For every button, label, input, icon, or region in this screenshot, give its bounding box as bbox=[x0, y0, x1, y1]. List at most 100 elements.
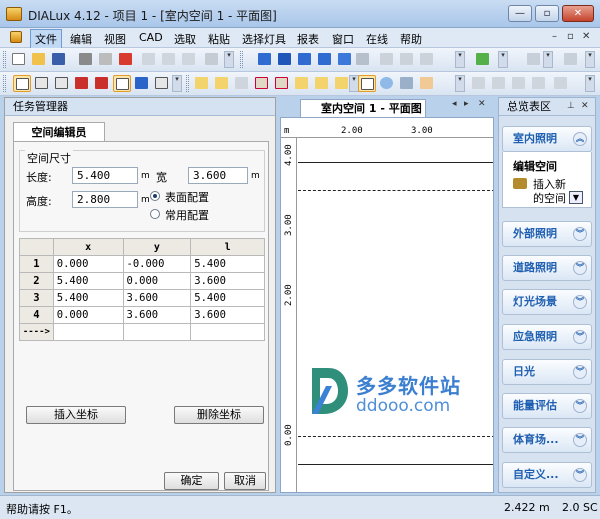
menu-report[interactable]: 报表 bbox=[297, 31, 319, 47]
menu-help[interactable]: 帮助 bbox=[400, 31, 422, 47]
cell-y[interactable]: 3.600 bbox=[122, 306, 192, 324]
cell-x[interactable]: 0.000 bbox=[52, 255, 124, 273]
chevron-down-icon[interactable]: ︾ bbox=[573, 365, 587, 379]
menu-select[interactable]: 选取 bbox=[174, 31, 196, 47]
category-light-scenes[interactable]: 灯光场景 ︾ bbox=[502, 289, 592, 315]
luminaire-field-icon[interactable] bbox=[510, 75, 528, 92]
insert-space-icon[interactable] bbox=[513, 178, 527, 189]
toolbar-overflow[interactable]: ▾ bbox=[224, 51, 234, 68]
doc-close-icon[interactable]: ✕ bbox=[478, 99, 486, 109]
toolbar-overflow[interactable]: ▾ bbox=[585, 75, 595, 92]
select-luminaire-icon[interactable] bbox=[73, 75, 91, 92]
chevron-down-icon[interactable]: ︾ bbox=[573, 399, 587, 413]
cell-l[interactable] bbox=[190, 323, 265, 341]
luminaire-line-icon[interactable] bbox=[490, 75, 508, 92]
table-row[interactable]: 4 0.000 3.600 3.600 bbox=[19, 306, 265, 324]
luminaire-array-icon[interactable] bbox=[398, 51, 416, 68]
measure-icon[interactable] bbox=[293, 75, 311, 92]
category-sports-field[interactable]: 体育场... ︾ bbox=[502, 427, 592, 453]
category-custom[interactable]: 自定义... ︾ bbox=[502, 462, 592, 488]
category-interior-lighting[interactable]: 室内照明 ︽ bbox=[502, 126, 592, 152]
pointer-icon[interactable] bbox=[358, 75, 376, 92]
minimize-button[interactable]: — bbox=[508, 5, 532, 22]
shape-icon[interactable] bbox=[233, 75, 251, 92]
select-cursor-icon[interactable] bbox=[13, 75, 31, 92]
cell-x[interactable]: 5.400 bbox=[52, 272, 124, 290]
dimension-icon[interactable] bbox=[313, 75, 331, 92]
toolbar-grip[interactable] bbox=[3, 51, 6, 68]
space-label[interactable]: 的空间 bbox=[533, 190, 566, 206]
new-icon[interactable] bbox=[10, 51, 28, 68]
cut-icon[interactable] bbox=[140, 51, 158, 68]
dropdown-arrow-icon[interactable]: ▼ bbox=[569, 191, 583, 204]
print-icon[interactable] bbox=[77, 51, 95, 68]
layer-icon[interactable] bbox=[525, 51, 543, 68]
cell-y[interactable]: 0.000 bbox=[122, 272, 192, 290]
copy-icon[interactable] bbox=[160, 51, 178, 68]
tab-floor-plan[interactable]: 室内空间 1 - 平面图 bbox=[300, 99, 426, 117]
dxf-import-icon[interactable] bbox=[253, 75, 271, 92]
surface-config-radio[interactable] bbox=[150, 191, 160, 201]
toolbar-grip[interactable] bbox=[3, 75, 6, 92]
height-field[interactable]: 2.800 bbox=[72, 191, 138, 208]
width-field[interactable]: 3.600 bbox=[188, 167, 248, 184]
category-energy-evaluation[interactable]: 能量评估 ︾ bbox=[502, 393, 592, 419]
category-emergency-lighting[interactable]: 应急照明 ︾ bbox=[502, 324, 592, 350]
paste-icon[interactable] bbox=[180, 51, 198, 68]
luminaire-place-icon[interactable] bbox=[470, 75, 488, 92]
edit-space-label[interactable]: 编辑空间 bbox=[513, 158, 557, 174]
open-icon[interactable] bbox=[30, 51, 48, 68]
select-plus-icon[interactable] bbox=[33, 75, 51, 92]
chevron-down-icon[interactable]: ︾ bbox=[573, 295, 587, 309]
front-view-icon[interactable] bbox=[316, 51, 334, 68]
menu-view[interactable]: 视图 bbox=[104, 31, 126, 47]
toolbar-overflow[interactable]: ▾ bbox=[543, 51, 553, 68]
chevron-up-icon[interactable]: ︽ bbox=[573, 132, 587, 146]
cell-l[interactable]: 5.400 bbox=[190, 289, 265, 307]
save-icon[interactable] bbox=[50, 51, 68, 68]
polyline-icon[interactable] bbox=[193, 75, 211, 92]
cell-x[interactable] bbox=[52, 323, 124, 341]
luminaire-circle-icon[interactable] bbox=[530, 75, 548, 92]
category-street-lighting[interactable]: 道路照明 ︾ bbox=[502, 255, 592, 281]
menu-online[interactable]: 在线 bbox=[366, 31, 388, 47]
cell-l[interactable]: 3.600 bbox=[190, 272, 265, 290]
room-3d-icon[interactable] bbox=[256, 51, 274, 68]
maximize-button[interactable]: ▫ bbox=[535, 5, 559, 22]
calculate-icon[interactable] bbox=[474, 51, 492, 68]
undo-icon[interactable] bbox=[203, 51, 221, 68]
cell-y[interactable]: 3.600 bbox=[122, 289, 192, 307]
toolbar-grip[interactable] bbox=[240, 51, 243, 68]
room-wall-top[interactable] bbox=[298, 162, 493, 163]
chevron-down-icon[interactable]: ︾ bbox=[573, 468, 587, 482]
insert-coordinate-button[interactable]: 插入坐标 bbox=[26, 406, 126, 424]
menu-cad[interactable]: CAD bbox=[139, 31, 163, 44]
grid-icon[interactable] bbox=[562, 51, 580, 68]
table-row[interactable]: 2 5.400 0.000 3.600 bbox=[19, 272, 265, 290]
select-group-icon[interactable] bbox=[113, 75, 131, 92]
cell-x[interactable]: 5.400 bbox=[52, 289, 124, 307]
cell-y[interactable]: -0.000 bbox=[122, 255, 192, 273]
length-field[interactable]: 5.400 bbox=[72, 167, 138, 184]
close-button[interactable]: ✕ bbox=[562, 5, 594, 22]
table-row[interactable]: 3 5.400 3.600 5.400 bbox=[19, 289, 265, 307]
table-new-row[interactable]: ----> bbox=[19, 323, 265, 341]
zoom-icon[interactable] bbox=[378, 75, 396, 92]
side-view-icon[interactable] bbox=[296, 51, 314, 68]
table-row[interactable]: 1 0.000 -0.000 5.400 bbox=[19, 255, 265, 273]
toolbar-overflow[interactable]: ▾ bbox=[455, 75, 465, 92]
pan-hand-icon[interactable] bbox=[418, 75, 436, 92]
orbit-icon[interactable] bbox=[398, 75, 416, 92]
chevron-down-icon[interactable]: ︾ bbox=[573, 227, 587, 241]
cell-l[interactable]: 5.400 bbox=[190, 255, 265, 273]
room-wall-bottom[interactable] bbox=[298, 464, 493, 465]
cell-y[interactable] bbox=[122, 323, 192, 341]
arc-icon[interactable] bbox=[213, 75, 231, 92]
select-room-icon[interactable] bbox=[93, 75, 111, 92]
cell-l[interactable]: 3.600 bbox=[190, 306, 265, 324]
pin-icon[interactable]: ⊥ bbox=[567, 101, 575, 111]
select-all-icon[interactable] bbox=[153, 75, 171, 92]
floor-plan-canvas[interactable]: m 2.00 3.00 4.00 3.00 2.00 0.00 bbox=[280, 117, 494, 493]
select-object-icon[interactable] bbox=[53, 75, 71, 92]
print-preview-icon[interactable] bbox=[97, 51, 115, 68]
